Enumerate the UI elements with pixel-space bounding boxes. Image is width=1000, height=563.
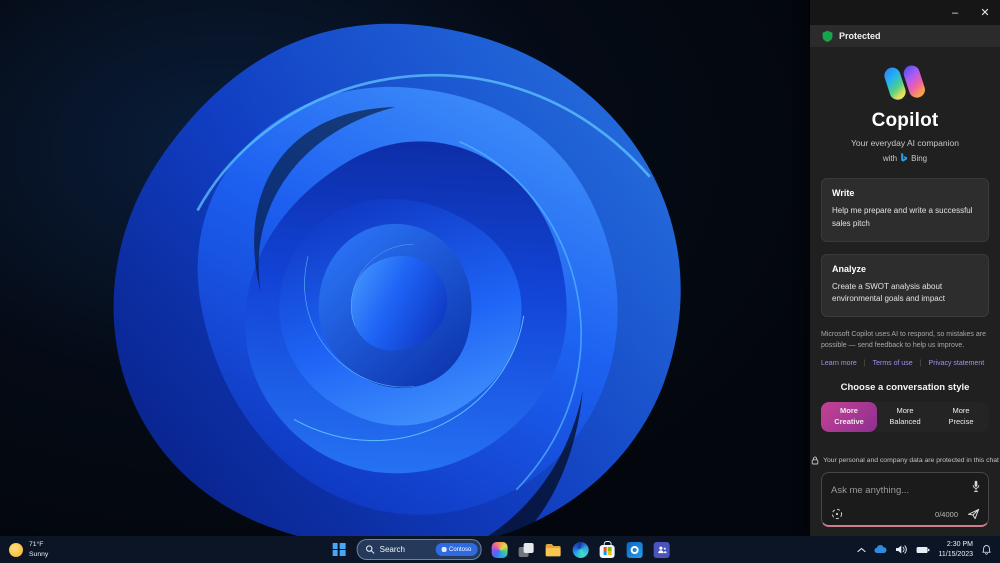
- style-line2: Precise: [948, 416, 974, 426]
- panel-body: Copilot Your everyday AI companion with …: [810, 47, 1000, 536]
- panel-titlebar: – ✕: [810, 0, 1000, 25]
- search-icon: [366, 545, 375, 554]
- chat-input-box: 0/4000: [821, 472, 989, 527]
- outlook-button[interactable]: [625, 541, 643, 559]
- clock[interactable]: 2:30 PM 11/15/2023: [938, 540, 973, 560]
- bell-icon: [982, 544, 991, 555]
- copilot-subtitle: Your everyday AI companion: [851, 138, 959, 148]
- speaker-icon: [896, 545, 908, 554]
- battery-icon: [917, 546, 930, 553]
- screenshot-button[interactable]: [831, 508, 843, 520]
- sun-icon: [9, 542, 23, 557]
- volume-button[interactable]: [895, 544, 908, 555]
- onedrive-cloud-icon: [874, 545, 887, 554]
- style-line2: Creative: [834, 416, 864, 426]
- terms-of-use-link[interactable]: Terms of use: [873, 360, 913, 367]
- clock-time: 2:30 PM: [946, 540, 973, 548]
- style-more-creative-button[interactable]: More Creative: [821, 401, 877, 432]
- edge-button[interactable]: [571, 541, 589, 559]
- ai-disclaimer: Microsoft Copilot uses AI to respond, so…: [821, 331, 986, 350]
- close-button[interactable]: ✕: [970, 0, 1000, 25]
- bing-icon: [901, 153, 908, 162]
- bing-label: Bing: [911, 153, 928, 163]
- send-button[interactable]: [967, 508, 980, 520]
- learn-more-link[interactable]: Learn more: [821, 360, 857, 367]
- weather-temp: 71°F: [29, 541, 44, 549]
- copilot-title: Copilot: [871, 110, 939, 131]
- conversation-style-heading: Choose a conversation style: [840, 381, 970, 393]
- edge-icon: [572, 541, 589, 558]
- chat-input[interactable]: [831, 485, 961, 496]
- style-line2: Balanced: [889, 416, 921, 426]
- file-explorer-icon: [545, 543, 561, 556]
- badge-logo-icon: [442, 547, 447, 552]
- input-toolbar: 0/4000: [831, 508, 980, 520]
- windows-logo-icon: [332, 543, 346, 556]
- data-protection-text: Your personal and company data are prote…: [823, 457, 999, 464]
- with-label: with: [882, 153, 898, 163]
- suggestion-card-analyze[interactable]: Analyze Create a SWOT analysis about env…: [821, 253, 989, 318]
- protected-label: Protected: [839, 31, 881, 41]
- wallpaper-bloom: [0, 0, 810, 536]
- weather-widget[interactable]: 71°F Sunny: [9, 536, 48, 563]
- search-box[interactable]: Search Contoso: [356, 539, 482, 560]
- weather-condition: Sunny: [29, 550, 49, 558]
- clock-date: 11/15/2023: [938, 550, 973, 558]
- copilot-taskbar-button[interactable]: [490, 541, 508, 559]
- send-icon: [968, 508, 980, 520]
- shield-icon: [822, 30, 833, 42]
- style-more-precise-button[interactable]: More Precise: [933, 402, 989, 432]
- copilot-logo: [884, 65, 925, 100]
- card-body: Create a SWOT analysis about environment…: [832, 281, 945, 304]
- chevron-up-icon: [857, 547, 867, 552]
- store-button[interactable]: [598, 540, 616, 559]
- card-title: Write: [832, 188, 855, 198]
- screenshot-icon: [831, 508, 843, 520]
- conversation-style-selector: More Creative More Balanced More Precise: [821, 401, 989, 432]
- suggestion-card-write[interactable]: Write Help me prepare and write a succes…: [821, 178, 989, 242]
- protected-banner: Protected: [810, 25, 1000, 47]
- with-bing-line: with Bing: [883, 153, 927, 163]
- mic-icon: [972, 480, 980, 493]
- teams-button[interactable]: [652, 541, 670, 559]
- data-protection-note: Your personal and company data are prote…: [811, 456, 999, 465]
- link-separator: |: [919, 359, 922, 367]
- mic-button[interactable]: [971, 480, 981, 496]
- onedrive-tray-button[interactable]: [874, 545, 887, 554]
- contoso-badge[interactable]: Contoso: [436, 543, 478, 556]
- copilot-icon: [491, 541, 508, 558]
- file-explorer-button[interactable]: [544, 541, 562, 559]
- char-counter: 0/4000: [935, 509, 958, 519]
- privacy-statement-link[interactable]: Privacy statement: [929, 360, 985, 367]
- start-button[interactable]: [330, 541, 348, 559]
- style-more-balanced-button[interactable]: More Balanced: [877, 402, 933, 432]
- card-title: Analyze: [832, 263, 867, 274]
- lock-icon: [811, 456, 819, 465]
- outlook-icon: [626, 541, 643, 558]
- notifications-button[interactable]: [981, 544, 992, 556]
- system-tray: 2:30 PM 11/15/2023: [857, 536, 992, 563]
- teams-icon: [653, 541, 670, 558]
- taskbar-center: Search Contoso: [330, 536, 671, 563]
- legal-links: Learn more | Terms of use | Privacy stat…: [821, 360, 989, 367]
- copilot-panel: – ✕ Protected Copilot Your everyday AI c…: [810, 0, 1000, 536]
- style-line1: More: [896, 406, 914, 416]
- desktop: – ✕ Protected Copilot Your everyday AI c…: [0, 0, 1000, 563]
- search-label: Search: [379, 545, 405, 554]
- tray-overflow-button[interactable]: [857, 547, 867, 553]
- taskbar: 71°F Sunny Search Contoso 2:30 PM 11/15/…: [0, 536, 1000, 563]
- battery-button[interactable]: [916, 546, 930, 554]
- minimize-button[interactable]: –: [940, 0, 970, 25]
- style-line1: More: [952, 406, 970, 416]
- style-line1: More: [840, 406, 858, 416]
- link-separator: |: [863, 359, 866, 367]
- task-view-icon: [518, 542, 534, 557]
- card-body: Help me prepare and write a successful s…: [832, 206, 973, 228]
- badge-label: Contoso: [449, 546, 472, 553]
- store-icon: [599, 540, 615, 558]
- task-view-button[interactable]: [517, 541, 535, 559]
